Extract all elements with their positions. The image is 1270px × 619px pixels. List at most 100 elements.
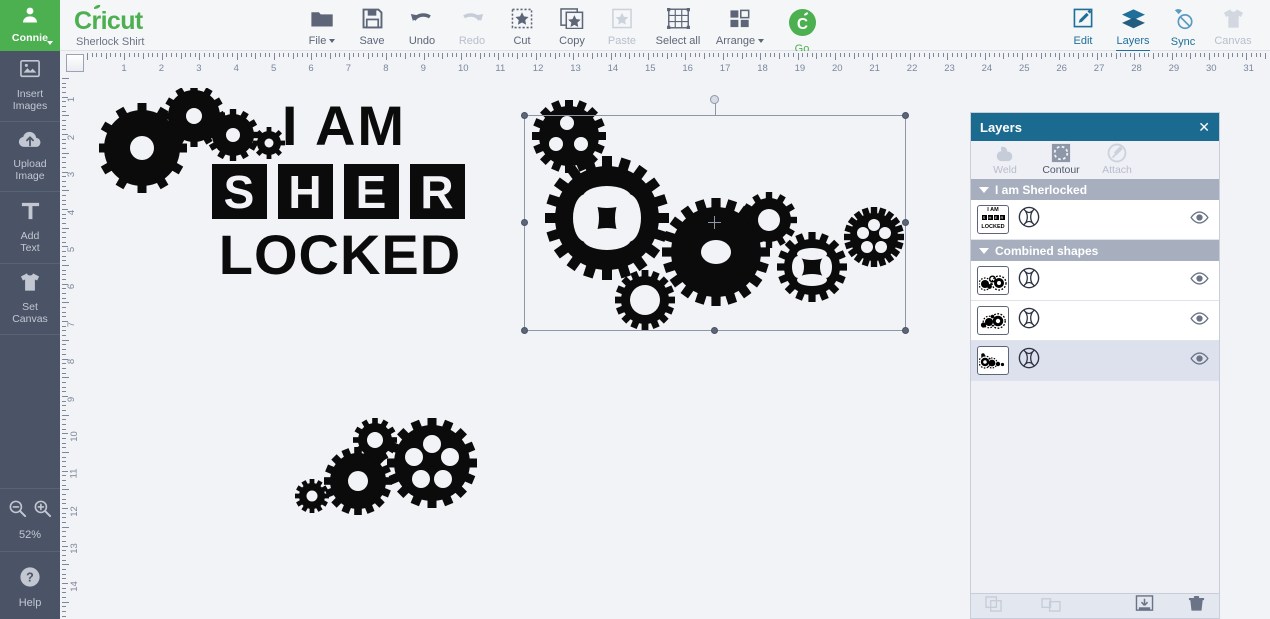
rotate-handle-icon[interactable] xyxy=(710,95,719,104)
weld-button[interactable]: Weld xyxy=(977,143,1033,176)
layers-footer-toolbar xyxy=(971,593,1219,618)
ruler-tick xyxy=(601,53,603,57)
ruler-tick xyxy=(498,53,500,60)
layers-empty-area[interactable] xyxy=(971,381,1219,593)
flatten-layer-icon[interactable] xyxy=(1135,595,1154,617)
eye-visible-icon[interactable] xyxy=(1190,311,1209,330)
tab-canvas[interactable]: Canvas xyxy=(1208,3,1258,47)
undo-button[interactable]: Undo xyxy=(397,3,447,47)
ruler-tick xyxy=(87,53,88,60)
layer-group-header-i-am-sherlocked[interactable]: I am Sherlocked xyxy=(971,179,1219,200)
sidebar-item-insert-images[interactable]: Insert Images xyxy=(0,51,60,122)
resize-handle-bottom-right[interactable] xyxy=(902,327,909,334)
layers-label: Layers xyxy=(1116,35,1150,47)
ruler-tick xyxy=(62,152,69,154)
ruler-tick xyxy=(648,53,649,60)
ruler-tick xyxy=(989,53,991,57)
undo-label: Undo xyxy=(408,35,436,47)
top-toolbar: Cricut Sherlock Shirt File Save Undo Red… xyxy=(60,0,1270,55)
zoom-out-icon[interactable] xyxy=(8,499,27,523)
ruler-tick xyxy=(96,53,98,57)
help-button[interactable]: ? Help xyxy=(0,552,60,619)
gear-cluster-top-left[interactable] xyxy=(99,88,299,203)
resize-handle-top-left[interactable] xyxy=(521,112,528,119)
tab-edit[interactable]: Edit xyxy=(1058,3,1108,47)
vertical-ruler[interactable]: 1 2 3 4 5 6 7 8 9 10 11 12 13 14 xyxy=(60,78,87,619)
duplicate-layer-icon[interactable] xyxy=(985,595,1003,617)
layer-row-gears-c[interactable] xyxy=(971,341,1219,381)
redo-button[interactable]: Redo xyxy=(447,3,497,47)
ruler-tick xyxy=(633,53,635,57)
cut-linetype-icon[interactable] xyxy=(1018,267,1040,294)
horizontal-ruler[interactable]: 1 2 3 4 5 6 7 8 9 10 11 12 13 14 15 16 17 18 19 20 21 22 23 24 2… xyxy=(87,51,1270,78)
layer-row-text-art[interactable]: I AM SHER LOCKED xyxy=(971,200,1219,240)
cut-linetype-icon[interactable] xyxy=(1018,206,1040,233)
layer-row-gears-a[interactable] xyxy=(971,261,1219,301)
attach-button[interactable]: Attach xyxy=(1089,143,1145,176)
ruler-tick xyxy=(1148,53,1150,57)
ruler-tick xyxy=(62,386,66,388)
eye-visible-icon[interactable] xyxy=(1190,351,1209,370)
ruler-tick xyxy=(62,503,66,505)
ruler-tick xyxy=(694,53,696,57)
zoom-in-icon[interactable] xyxy=(33,499,52,523)
close-x-icon[interactable]: ✕ xyxy=(1198,120,1210,134)
resize-handle-bottom-middle[interactable] xyxy=(711,327,718,334)
ruler-tick xyxy=(62,120,66,122)
ruler-tick xyxy=(62,433,68,435)
cricut-design-space-window: Connie Insert Images Upload Image Add Text xyxy=(0,0,1270,619)
ruler-tick xyxy=(432,53,434,57)
tab-layers[interactable]: Layers xyxy=(1108,3,1158,52)
save-label: Save xyxy=(359,35,385,47)
cut-button[interactable]: Cut xyxy=(497,3,547,47)
eye-visible-icon[interactable] xyxy=(1190,271,1209,290)
ruler-number: 13 xyxy=(570,63,581,74)
sidebar-item-upload-image[interactable]: Upload Image xyxy=(0,122,60,192)
resize-handle-top-right[interactable] xyxy=(902,112,909,119)
eye-visible-icon[interactable] xyxy=(1190,210,1209,229)
arrange-menu-button[interactable]: Arrange xyxy=(709,3,771,47)
cut-linetype-icon[interactable] xyxy=(1018,347,1040,374)
ruler-number: 6 xyxy=(308,63,314,74)
ruler-tick xyxy=(1199,53,1201,57)
selection-bounding-box[interactable] xyxy=(521,95,909,334)
ruler-tick xyxy=(750,53,752,57)
user-account-button[interactable]: Connie xyxy=(0,0,60,51)
chevron-down-icon xyxy=(329,39,336,44)
delete-trash-icon[interactable] xyxy=(1188,595,1205,617)
select-all-button[interactable]: Select all xyxy=(647,3,709,47)
ruler-tick xyxy=(484,53,486,57)
ruler-tick xyxy=(62,391,66,393)
save-button[interactable]: Save xyxy=(347,3,397,47)
paste-label: Paste xyxy=(607,35,637,47)
sidebar-item-add-text[interactable]: Add Text xyxy=(0,192,60,264)
ruler-number: 7 xyxy=(345,63,352,74)
ruler-tick xyxy=(1171,53,1173,60)
ruler-corner-button[interactable] xyxy=(66,54,84,72)
ruler-tick xyxy=(1050,53,1052,57)
file-menu-button[interactable]: File xyxy=(297,3,347,47)
resize-handle-middle-right[interactable] xyxy=(902,219,909,226)
group-layers-icon[interactable] xyxy=(1041,596,1061,617)
tab-sync[interactable]: Sync xyxy=(1158,3,1208,48)
ruler-tick xyxy=(1064,53,1066,57)
resize-handle-bottom-left[interactable] xyxy=(521,327,528,334)
copy-button[interactable]: Copy xyxy=(547,3,597,47)
ruler-tick xyxy=(844,53,846,57)
sidebar-item-set-canvas[interactable]: Set Canvas xyxy=(0,264,60,335)
ruler-tick xyxy=(161,53,163,60)
paste-button[interactable]: Paste xyxy=(597,3,647,47)
contour-button[interactable]: Contour xyxy=(1033,143,1089,176)
tshirt-icon xyxy=(19,272,41,297)
layer-row-gears-b[interactable] xyxy=(971,301,1219,341)
ruler-tick xyxy=(1026,53,1028,57)
ruler-number: 1 xyxy=(121,63,127,74)
layer-group-header-combined-shapes[interactable]: Combined shapes xyxy=(971,240,1219,261)
cut-linetype-icon[interactable] xyxy=(1018,307,1040,334)
go-button[interactable]: C Go xyxy=(777,3,827,55)
gear-cluster-bottom[interactable] xyxy=(287,408,487,518)
cricut-logo[interactable]: Cricut xyxy=(74,4,178,39)
ruler-tick xyxy=(540,53,542,57)
ruler-tick xyxy=(62,297,66,299)
resize-handle-middle-left[interactable] xyxy=(521,219,528,226)
